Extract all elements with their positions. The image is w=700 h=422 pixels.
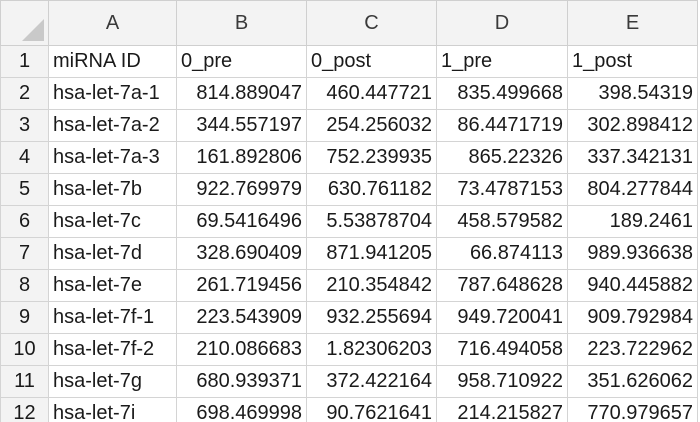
cell[interactable]: 328.690409 (176, 237, 307, 270)
cell[interactable]: hsa-let-7d (48, 237, 177, 270)
cell[interactable]: 210.354842 (306, 269, 437, 302)
cell[interactable]: 932.255694 (306, 301, 437, 334)
table-row: 12 hsa-let-7i 698.469998 90.7621641 214.… (0, 397, 698, 422)
cell[interactable]: 302.898412 (567, 109, 698, 142)
row-header[interactable]: 11 (0, 365, 49, 398)
spreadsheet: A B C D E 1 miRNA ID 0_pre 0_post 1_pre … (0, 0, 700, 422)
row-header[interactable]: 1 (0, 45, 49, 78)
cell[interactable]: 940.445882 (567, 269, 698, 302)
cell[interactable]: 1.82306203 (306, 333, 437, 366)
cell[interactable]: hsa-let-7g (48, 365, 177, 398)
cell[interactable]: 958.710922 (436, 365, 568, 398)
cell[interactable]: 1_post (567, 45, 698, 78)
cell[interactable]: 223.722962 (567, 333, 698, 366)
cell[interactable]: 161.892806 (176, 141, 307, 174)
cell[interactable]: hsa-let-7i (48, 397, 177, 422)
cell[interactable]: 989.936638 (567, 237, 698, 270)
row-header[interactable]: 12 (0, 397, 49, 422)
cell[interactable]: 66.874113 (436, 237, 568, 270)
cell[interactable]: hsa-let-7a-2 (48, 109, 177, 142)
row-header[interactable]: 2 (0, 77, 49, 110)
cell[interactable]: 69.5416496 (176, 205, 307, 238)
cell[interactable]: miRNA ID (48, 45, 177, 78)
cell[interactable]: 398.54319 (567, 77, 698, 110)
select-all-triangle-icon (22, 19, 44, 41)
cell[interactable]: 0_post (306, 45, 437, 78)
cell[interactable]: 344.557197 (176, 109, 307, 142)
row-header[interactable]: 6 (0, 205, 49, 238)
cell[interactable]: 337.342131 (567, 141, 698, 174)
table-row: 11 hsa-let-7g 680.939371 372.422164 958.… (0, 365, 698, 398)
column-header-d[interactable]: D (436, 0, 568, 46)
row-header[interactable]: 4 (0, 141, 49, 174)
row-header[interactable]: 3 (0, 109, 49, 142)
table-row: 6 hsa-let-7c 69.5416496 5.53878704 458.5… (0, 205, 698, 238)
row-header[interactable]: 9 (0, 301, 49, 334)
cell[interactable]: hsa-let-7b (48, 173, 177, 206)
cell[interactable]: 90.7621641 (306, 397, 437, 422)
cell[interactable]: 0_pre (176, 45, 307, 78)
cell[interactable]: hsa-let-7f-2 (48, 333, 177, 366)
column-header-row: A B C D E (0, 0, 698, 46)
cell[interactable]: hsa-let-7c (48, 205, 177, 238)
cell[interactable]: 458.579582 (436, 205, 568, 238)
cell[interactable]: 5.53878704 (306, 205, 437, 238)
cell[interactable]: 835.499668 (436, 77, 568, 110)
cell[interactable]: hsa-let-7e (48, 269, 177, 302)
cell[interactable]: 680.939371 (176, 365, 307, 398)
cell[interactable]: 698.469998 (176, 397, 307, 422)
cell[interactable]: 949.720041 (436, 301, 568, 334)
cell[interactable]: 922.769979 (176, 173, 307, 206)
cell[interactable]: 787.648628 (436, 269, 568, 302)
select-all-corner[interactable] (0, 0, 49, 46)
column-header-a[interactable]: A (48, 0, 177, 46)
cell[interactable]: 865.22326 (436, 141, 568, 174)
cell-grid: A B C D E 1 miRNA ID 0_pre 0_post 1_pre … (0, 0, 698, 422)
cell[interactable]: hsa-let-7a-1 (48, 77, 177, 110)
cell[interactable]: 752.239935 (306, 141, 437, 174)
cell[interactable]: 909.792984 (567, 301, 698, 334)
row-header[interactable]: 8 (0, 269, 49, 302)
table-row: 4 hsa-let-7a-3 161.892806 752.239935 865… (0, 141, 698, 174)
cell[interactable]: 254.256032 (306, 109, 437, 142)
cell[interactable]: 261.719456 (176, 269, 307, 302)
column-header-b[interactable]: B (176, 0, 307, 46)
cell[interactable]: 86.4471719 (436, 109, 568, 142)
table-row: 9 hsa-let-7f-1 223.543909 932.255694 949… (0, 301, 698, 334)
cell[interactable]: 1_pre (436, 45, 568, 78)
table-row: 1 miRNA ID 0_pre 0_post 1_pre 1_post (0, 45, 698, 78)
cell[interactable]: 770.979657 (567, 397, 698, 422)
cell[interactable]: 351.626062 (567, 365, 698, 398)
cell[interactable]: 871.941205 (306, 237, 437, 270)
table-row: 2 hsa-let-7a-1 814.889047 460.447721 835… (0, 77, 698, 110)
column-header-e[interactable]: E (567, 0, 698, 46)
cell[interactable]: 214.215827 (436, 397, 568, 422)
cell[interactable]: 210.086683 (176, 333, 307, 366)
cell[interactable]: 73.4787153 (436, 173, 568, 206)
table-row: 8 hsa-let-7e 261.719456 210.354842 787.6… (0, 269, 698, 302)
row-header[interactable]: 7 (0, 237, 49, 270)
column-header-c[interactable]: C (306, 0, 437, 46)
table-row: 7 hsa-let-7d 328.690409 871.941205 66.87… (0, 237, 698, 270)
cell[interactable]: 189.2461 (567, 205, 698, 238)
cell[interactable]: 804.277844 (567, 173, 698, 206)
cell[interactable]: 223.543909 (176, 301, 307, 334)
cell[interactable]: 460.447721 (306, 77, 437, 110)
cell[interactable]: 372.422164 (306, 365, 437, 398)
cell[interactable]: 630.761182 (306, 173, 437, 206)
cell[interactable]: 716.494058 (436, 333, 568, 366)
table-row: 10 hsa-let-7f-2 210.086683 1.82306203 71… (0, 333, 698, 366)
row-header[interactable]: 10 (0, 333, 49, 366)
table-row: 5 hsa-let-7b 922.769979 630.761182 73.47… (0, 173, 698, 206)
table-row: 3 hsa-let-7a-2 344.557197 254.256032 86.… (0, 109, 698, 142)
cell[interactable]: hsa-let-7a-3 (48, 141, 177, 174)
row-header[interactable]: 5 (0, 173, 49, 206)
cell[interactable]: 814.889047 (176, 77, 307, 110)
cell[interactable]: hsa-let-7f-1 (48, 301, 177, 334)
